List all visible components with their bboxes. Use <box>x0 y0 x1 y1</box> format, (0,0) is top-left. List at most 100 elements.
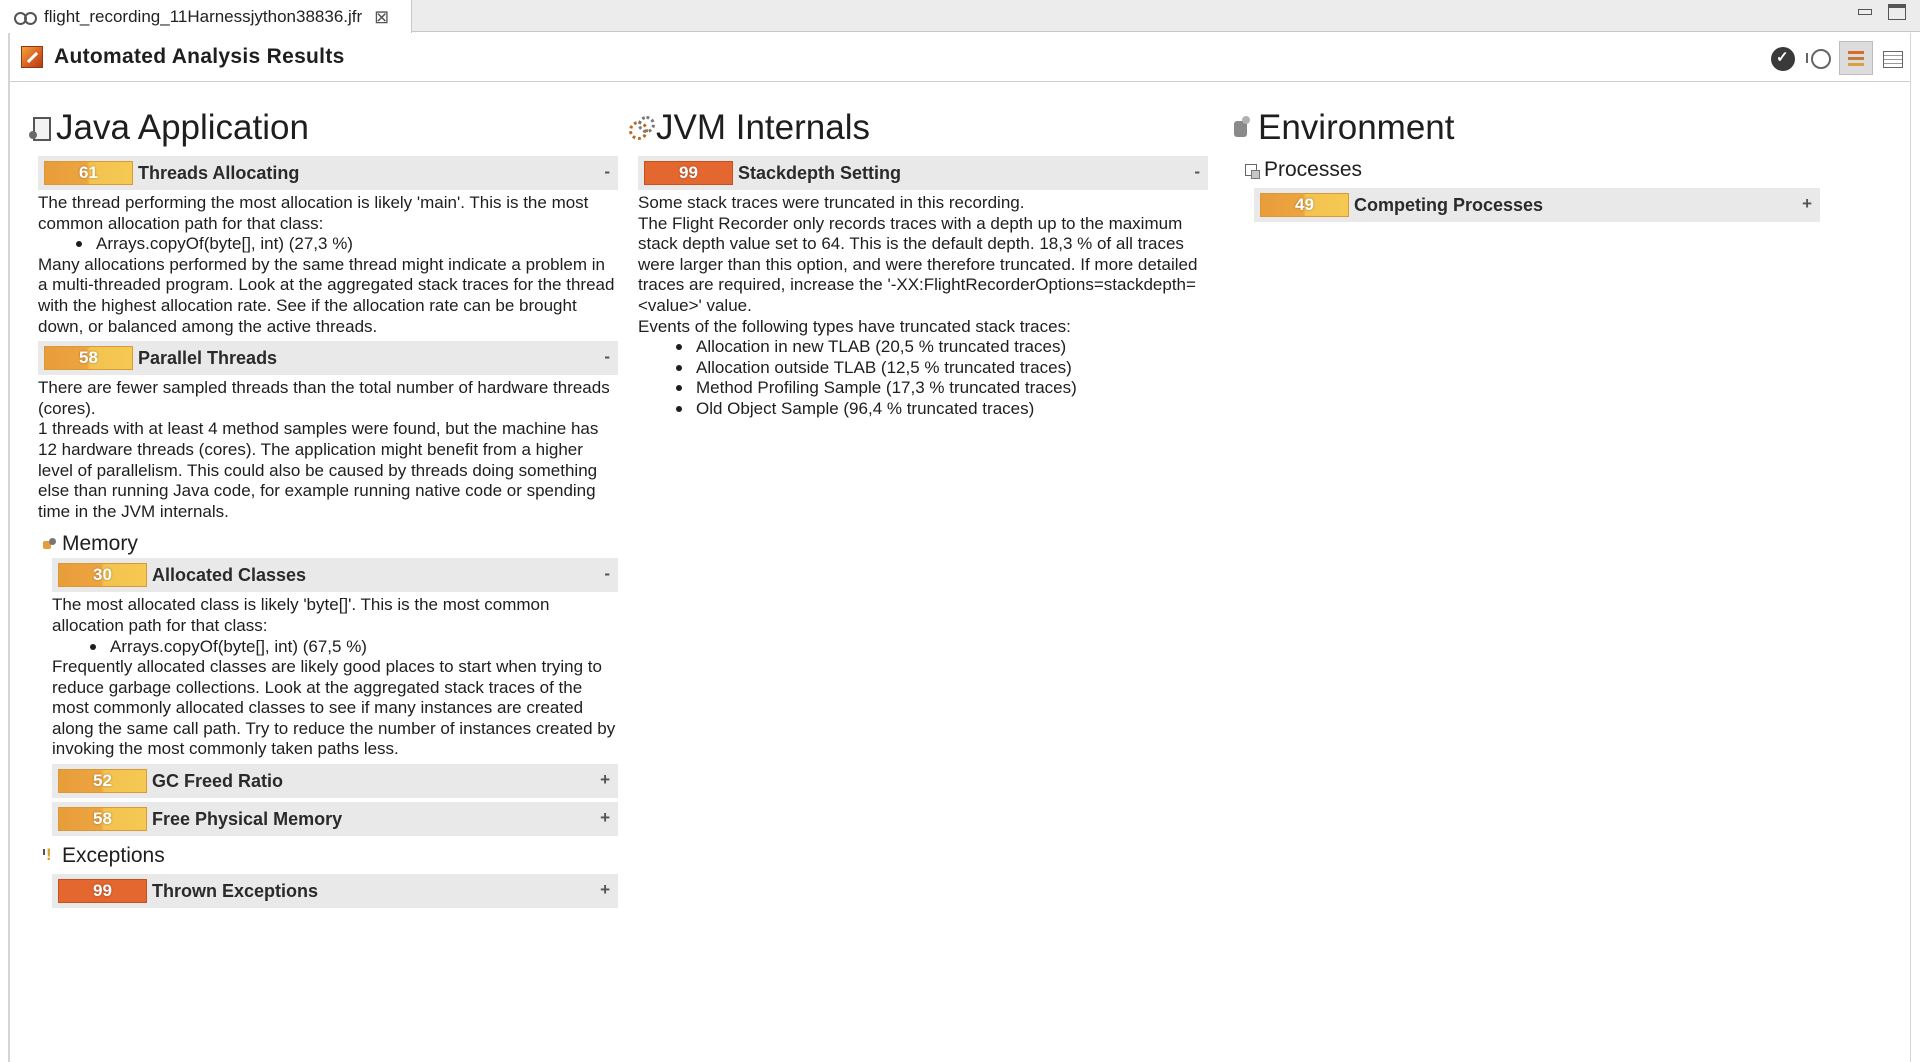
rule-name: Competing Processes <box>1354 194 1544 215</box>
table-icon[interactable] <box>1881 47 1905 71</box>
score-badge: 61 <box>44 161 133 185</box>
expand-toggle[interactable]: + <box>600 808 610 828</box>
page-header: Automated Analysis Results <box>10 33 1910 82</box>
history-icon[interactable] <box>1805 47 1831 71</box>
rule-name: Stackdepth Setting <box>738 162 902 183</box>
rule-text: The Flight Recorder only records traces … <box>638 213 1198 315</box>
rule-header-parallel-threads[interactable]: 58 Parallel Threads - <box>38 341 618 376</box>
collapse-toggle[interactable]: - <box>604 162 610 182</box>
rule-text: The most allocated class is likely 'byte… <box>52 595 550 635</box>
jvm-internals-title: JVM Internals <box>656 108 870 147</box>
score-value: 30 <box>93 565 112 585</box>
rule-text: 1 threads with at least 4 method samples… <box>38 419 599 521</box>
memory-heading: Memory <box>42 530 618 558</box>
memory-icon <box>42 536 58 552</box>
list-item: Arrays.copyOf(byte[], int) (27,3 %) <box>38 234 618 255</box>
exceptions-title: Exceptions <box>62 844 165 868</box>
analysis-icon <box>21 46 43 68</box>
rule-description: The most allocated class is likely 'byte… <box>52 592 618 764</box>
rule-text: There are fewer sampled threads than the… <box>38 378 610 418</box>
rule-header-competing-processes[interactable]: 49 Competing Processes + <box>1254 188 1820 222</box>
rule-text: Some stack traces were truncated in this… <box>638 193 1025 212</box>
score-value: 61 <box>79 163 98 182</box>
score-value: 49 <box>1295 195 1314 214</box>
editor-tab-title: flight_recording_11Harnessjython38836.jf… <box>44 6 363 26</box>
score-value: 58 <box>79 348 98 368</box>
rule-description: Some stack traces were truncated in this… <box>638 190 1208 424</box>
exceptions-icon <box>42 845 58 865</box>
collapse-toggle[interactable]: - <box>1194 162 1200 182</box>
score-value: 99 <box>679 163 698 182</box>
score-badge: 99 <box>644 161 733 185</box>
stackdepth-rule: 99 Stackdepth Setting - Some stack trace… <box>638 156 1208 424</box>
rule-text: Many allocations performed by the same t… <box>38 254 615 336</box>
score-badge: 58 <box>44 346 133 371</box>
thrown-exceptions-rule: 99 Thrown Exceptions + <box>52 874 618 909</box>
score-badge: 30 <box>58 563 147 588</box>
editor-tab-bar: flight_recording_11Harnessjython38836.jf… <box>0 0 1920 33</box>
maximize-icon[interactable] <box>1888 4 1906 20</box>
allocated-classes-rule: 30 Allocated Classes - The most allocate… <box>52 558 618 764</box>
rule-text: Frequently allocated classes are likely … <box>52 657 616 759</box>
report-icon[interactable] <box>1839 41 1873 75</box>
editor-border-left <box>8 33 10 1062</box>
check-icon[interactable] <box>1771 47 1795 71</box>
list-item: Old Object Sample (96,4 % truncated trac… <box>638 399 1208 420</box>
java-application-title: Java Application <box>56 108 309 147</box>
list-item: Method Profiling Sample (17,3 % truncate… <box>638 378 1208 399</box>
rule-name: Thrown Exceptions <box>152 880 319 901</box>
page-title: Automated Analysis Results <box>54 45 345 68</box>
environment-column: Environment Processes 49 Competing Proce… <box>1230 100 1820 222</box>
close-tab-icon[interactable]: ⊠ <box>374 8 389 26</box>
rule-header-gc-freed-ratio[interactable]: 52 GC Freed Ratio + <box>52 764 618 799</box>
rule-header-free-physical-memory[interactable]: 58 Free Physical Memory + <box>52 802 618 837</box>
jvm-icon <box>628 115 655 141</box>
rule-header-allocated-classes[interactable]: 30 Allocated Classes - <box>52 558 618 593</box>
list-item: Allocation outside TLAB (12,5 % truncate… <box>638 358 1208 379</box>
rule-header-thrown-exceptions[interactable]: 99 Thrown Exceptions + <box>52 874 618 909</box>
rule-name: Parallel Threads <box>138 347 278 368</box>
threads-allocating-rule: 61 Threads Allocating - The thread perfo… <box>38 156 618 341</box>
gc-freed-ratio-rule: 52 GC Freed Ratio + <box>52 764 618 799</box>
editor-tab-recording[interactable]: flight_recording_11Harnessjython38836.jf… <box>0 0 412 33</box>
parallel-threads-rule: 58 Parallel Threads - There are fewer sa… <box>38 341 618 526</box>
rule-header-threads-allocating[interactable]: 61 Threads Allocating - <box>38 156 618 190</box>
expand-toggle[interactable]: + <box>1802 194 1812 214</box>
score-badge: 52 <box>58 769 147 794</box>
expand-toggle[interactable]: + <box>600 880 610 900</box>
competing-processes-rule: 49 Competing Processes + <box>1254 188 1820 222</box>
processes-heading: Processes <box>1244 156 1820 184</box>
list-item: Allocation in new TLAB (20,5 % truncated… <box>638 337 1208 358</box>
environment-heading: Environment <box>1230 100 1820 156</box>
minimize-icon[interactable] <box>1856 4 1874 20</box>
list-item: Arrays.copyOf(byte[], int) (67,5 %) <box>52 637 618 658</box>
environment-icon <box>1230 115 1252 141</box>
rule-text: The thread performing the most allocatio… <box>38 193 589 233</box>
editor-border-right <box>1910 33 1911 1062</box>
rule-description: There are fewer sampled threads than the… <box>38 375 618 526</box>
java-app-icon <box>28 115 51 141</box>
recording-icon <box>14 10 37 25</box>
rule-text: Events of the following types have trunc… <box>638 316 1071 336</box>
memory-title: Memory <box>62 532 138 556</box>
exceptions-heading: Exceptions <box>42 842 618 870</box>
collapse-toggle[interactable]: - <box>604 564 610 584</box>
collapse-toggle[interactable]: - <box>604 347 610 367</box>
score-badge: 58 <box>58 807 147 832</box>
score-value: 58 <box>93 809 112 829</box>
rule-header-stackdepth[interactable]: 99 Stackdepth Setting - <box>638 156 1208 190</box>
score-badge: 99 <box>58 879 147 904</box>
score-value: 99 <box>93 881 112 901</box>
environment-title: Environment <box>1258 108 1455 147</box>
expand-toggle[interactable]: + <box>600 770 610 790</box>
score-value: 52 <box>93 771 112 791</box>
processes-title: Processes <box>1264 158 1363 181</box>
rule-description: The thread performing the most allocatio… <box>38 190 618 341</box>
rule-name: GC Freed Ratio <box>152 770 284 791</box>
rule-name: Allocated Classes <box>152 564 307 585</box>
processes-icon <box>1244 162 1260 179</box>
free-physical-memory-rule: 58 Free Physical Memory + <box>52 802 618 837</box>
rule-name: Free Physical Memory <box>152 808 343 829</box>
java-application-column: Java Application 61 Threads Allocating -… <box>28 100 618 909</box>
jvm-internals-heading: JVM Internals <box>628 100 1208 156</box>
